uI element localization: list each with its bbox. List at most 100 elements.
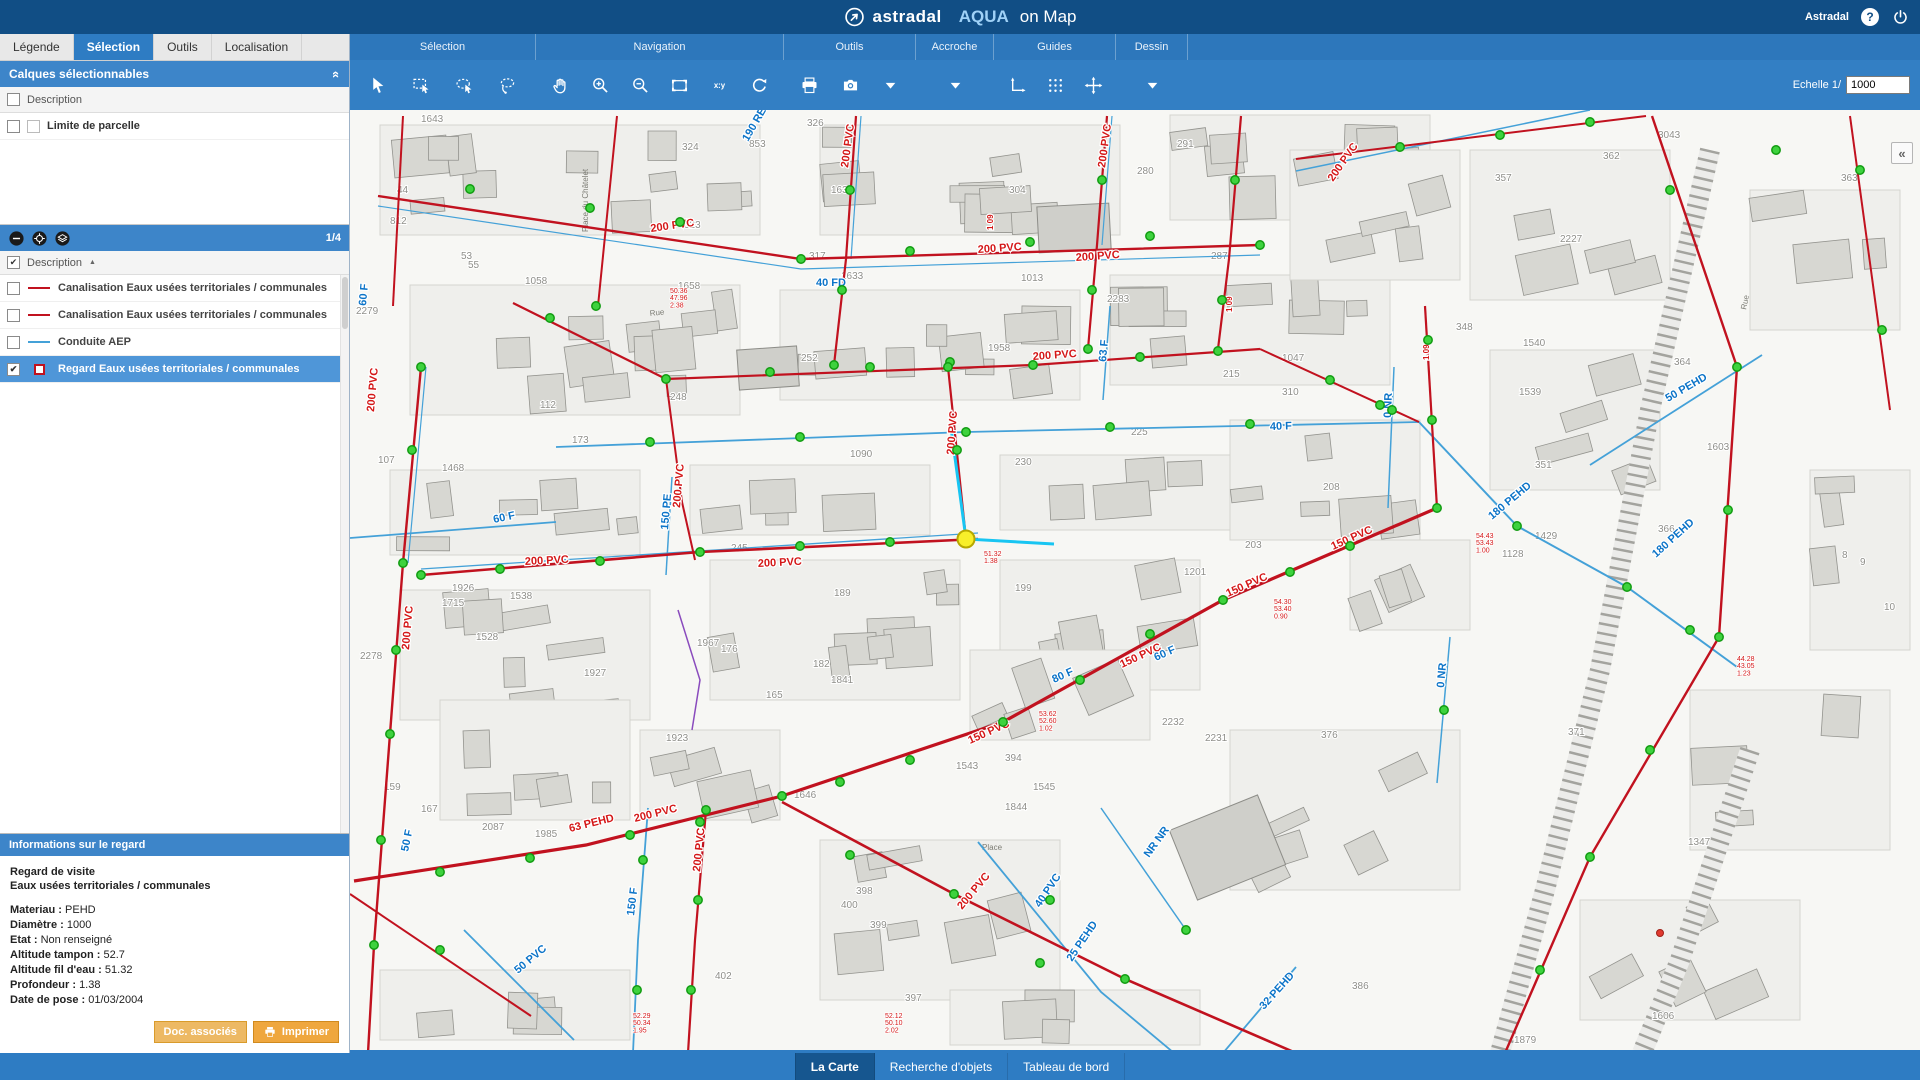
regard-dot[interactable]	[386, 730, 394, 738]
regard-dot[interactable]	[944, 363, 952, 371]
layer-row[interactable]: Canalisation Eaux usées territoriales / …	[0, 275, 349, 302]
layers-select-all-checkbox[interactable]: ✔	[7, 256, 20, 269]
screenshot-button[interactable]	[835, 68, 865, 102]
regard-dot[interactable]	[399, 559, 407, 567]
sidebar-tab-selection[interactable]: Sélection	[74, 34, 154, 60]
refresh-button[interactable]	[744, 68, 774, 102]
regard-dot[interactable]	[1715, 633, 1723, 641]
map-collapse-button[interactable]: «	[1891, 142, 1913, 164]
regard-dot[interactable]	[646, 438, 654, 446]
regard-dot[interactable]	[1218, 296, 1226, 304]
logout-power-icon[interactable]	[1891, 8, 1910, 27]
regard-dot[interactable]	[1396, 143, 1404, 151]
sidebar-tab-legende[interactable]: Légende	[0, 34, 74, 60]
regard-dot[interactable]	[526, 854, 534, 862]
zoom-extent-button[interactable]	[665, 68, 695, 102]
footer-tab-tableau-de-bord[interactable]: Tableau de bord	[1008, 1053, 1125, 1080]
regard-dot[interactable]	[1046, 896, 1054, 904]
layer-row-checkbox[interactable]	[7, 309, 20, 322]
regard-dot[interactable]	[1733, 363, 1741, 371]
regard-dot[interactable]	[1026, 238, 1034, 246]
regard-dot[interactable]	[1246, 420, 1254, 428]
move-button[interactable]	[1078, 68, 1108, 102]
collapse-layers-button[interactable]	[8, 230, 25, 247]
red-dot[interactable]	[1657, 930, 1664, 937]
regard-dot[interactable]	[953, 446, 961, 454]
regard-dot[interactable]	[1029, 361, 1037, 369]
grid-button[interactable]	[1040, 68, 1070, 102]
calques-select-all-checkbox[interactable]	[7, 93, 20, 106]
regard-dot[interactable]	[1098, 176, 1106, 184]
regard-dot[interactable]	[586, 204, 594, 212]
regard-dot[interactable]	[1219, 596, 1227, 604]
regard-dot[interactable]	[1536, 966, 1544, 974]
coordinates-button[interactable]: x:y	[705, 68, 735, 102]
regard-dot[interactable]	[1088, 286, 1096, 294]
regard-dot[interactable]	[1376, 401, 1384, 409]
regard-dot[interactable]	[662, 375, 670, 383]
regard-dot[interactable]	[836, 778, 844, 786]
layer-row[interactable]: Conduite AEP	[0, 329, 349, 356]
zoom-in-button[interactable]	[585, 68, 615, 102]
regard-dot[interactable]	[392, 646, 400, 654]
regard-dot[interactable]	[408, 446, 416, 454]
regard-dot[interactable]	[1772, 146, 1780, 154]
collapse-panel-icon[interactable]: «	[329, 70, 344, 77]
scale-input[interactable]	[1846, 76, 1910, 94]
regard-dot[interactable]	[906, 247, 914, 255]
regard-dot[interactable]	[1286, 568, 1294, 576]
regard-dot[interactable]	[796, 542, 804, 550]
accroche-dropdown-button[interactable]	[940, 68, 970, 102]
regard-dot[interactable]	[830, 361, 838, 369]
regard-dot[interactable]	[778, 792, 786, 800]
regard-dot[interactable]	[1856, 166, 1864, 174]
regard-dot[interactable]	[1586, 118, 1594, 126]
regard-dot[interactable]	[1136, 353, 1144, 361]
regard-dot[interactable]	[846, 851, 854, 859]
axis-button[interactable]	[1002, 68, 1032, 102]
zoom-out-button[interactable]	[625, 68, 655, 102]
regard-dot[interactable]	[1231, 176, 1239, 184]
regard-dot[interactable]	[1346, 542, 1354, 550]
map-canvas[interactable]: Place du ChâteletRuePlaceRue164332632485…	[350, 110, 1920, 1050]
regard-dot[interactable]	[1326, 376, 1334, 384]
regard-dot[interactable]	[676, 218, 684, 226]
layer-row-checkbox[interactable]: ✔	[7, 363, 20, 376]
regard-dot[interactable]	[1586, 853, 1594, 861]
doc-associes-button[interactable]: Doc. associés	[154, 1021, 247, 1043]
regard-dot[interactable]	[639, 856, 647, 864]
dessin-dropdown-button[interactable]	[1137, 68, 1167, 102]
map-viewport[interactable]: Place du ChâteletRuePlaceRue164332632485…	[350, 110, 1920, 1053]
regard-dot[interactable]	[797, 255, 805, 263]
regard-dot[interactable]	[1724, 506, 1732, 514]
regard-dot[interactable]	[1182, 926, 1190, 934]
regard-dot[interactable]	[377, 836, 385, 844]
regard-dot[interactable]	[466, 185, 474, 193]
scrollbar-thumb[interactable]	[342, 277, 348, 329]
calques-row[interactable]: Limite de parcelle	[0, 113, 349, 140]
regard-dot[interactable]	[417, 363, 425, 371]
regard-dot[interactable]	[906, 756, 914, 764]
regard-dot[interactable]	[596, 557, 604, 565]
imprimer-button[interactable]: Imprimer	[253, 1021, 339, 1043]
regard-dot[interactable]	[696, 548, 704, 556]
select-lasso-button[interactable]	[493, 68, 523, 102]
regard-dot[interactable]	[1433, 504, 1441, 512]
sidebar-scrollbar[interactable]	[340, 275, 349, 833]
selected-regard[interactable]	[958, 531, 975, 548]
regard-dot[interactable]	[626, 831, 634, 839]
layer-row[interactable]: Canalisation Eaux usées territoriales / …	[0, 302, 349, 329]
regard-dot[interactable]	[838, 286, 846, 294]
regard-dot[interactable]	[436, 868, 444, 876]
regard-dot[interactable]	[846, 186, 854, 194]
regard-dot[interactable]	[1496, 131, 1504, 139]
pan-button[interactable]	[546, 68, 576, 102]
regard-dot[interactable]	[1121, 975, 1129, 983]
regard-dot[interactable]	[999, 718, 1007, 726]
layer-row[interactable]: ✔Regard Eaux usées territoriales / commu…	[0, 356, 349, 383]
regard-dot[interactable]	[886, 538, 894, 546]
regard-dot[interactable]	[1424, 336, 1432, 344]
regard-dot[interactable]	[687, 986, 695, 994]
regard-dot[interactable]	[694, 896, 702, 904]
regard-dot[interactable]	[1428, 416, 1436, 424]
